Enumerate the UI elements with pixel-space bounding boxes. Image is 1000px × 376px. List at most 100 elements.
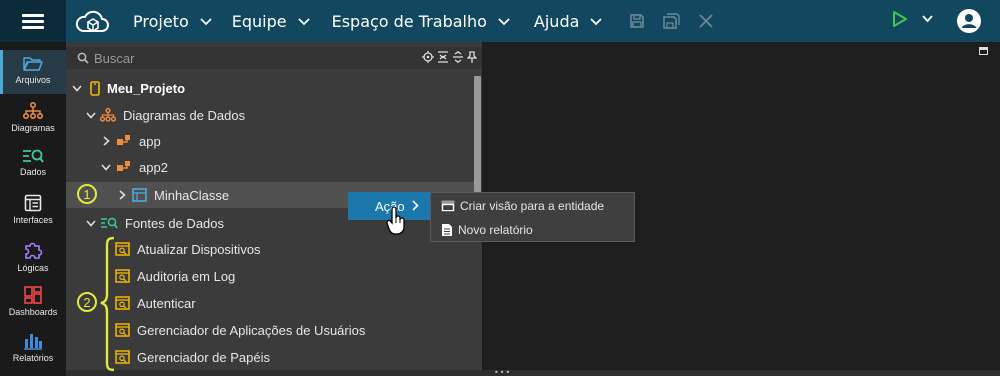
data-icon xyxy=(100,217,118,229)
data-model-icon xyxy=(116,160,132,174)
chevron-down-icon xyxy=(590,18,603,26)
datasource-icon xyxy=(115,242,130,256)
search-bar xyxy=(66,47,482,69)
bottom-resize-bar[interactable] xyxy=(66,370,1000,376)
annotation-badge-2: 2 xyxy=(77,292,97,312)
interfaces-icon xyxy=(24,194,42,212)
tree-item-fontes-de-dados[interactable]: Fontes de Dados xyxy=(66,210,224,236)
chevron-down-icon xyxy=(297,18,310,26)
class-entity-icon xyxy=(132,188,147,202)
expand-all-icon[interactable] xyxy=(452,51,464,63)
annotation-brace xyxy=(100,236,115,372)
user-avatar-icon[interactable] xyxy=(957,9,981,33)
maximize-icon[interactable] xyxy=(979,47,988,55)
tree-item-auditoria-em-log[interactable]: Auditoria em Log xyxy=(66,263,235,289)
save-button[interactable] xyxy=(629,13,645,29)
menu-espaco-label: Espaço de Trabalho xyxy=(331,11,487,31)
datasource-icon xyxy=(115,269,130,283)
left-rail: Arquivos Diagramas Dados Interfaces Lógi… xyxy=(0,42,66,376)
top-bar: Projeto Equipe Espaço de Trabalho Ajuda xyxy=(0,0,1000,42)
diagram-icon xyxy=(100,108,116,122)
datasource-icon xyxy=(115,296,130,310)
resize-grip-icon[interactable]: ••• xyxy=(494,369,511,376)
hamburger-icon xyxy=(22,13,44,29)
puzzle-icon xyxy=(25,242,43,259)
tree-tools xyxy=(422,51,477,63)
document-icon xyxy=(442,224,452,236)
sidebar-item-arquivos[interactable]: Arquivos xyxy=(0,50,66,94)
save-all-button[interactable] xyxy=(663,13,681,29)
chevron-right-icon xyxy=(412,200,419,211)
menu-item-novo-relatorio[interactable]: Novo relatório xyxy=(431,218,634,242)
menu-item-label: Criar visão para a entidade xyxy=(460,199,605,213)
sidebar-item-interfaces[interactable]: Interfaces xyxy=(0,188,66,232)
tree-item-label: Diagramas de Dados xyxy=(123,107,246,123)
run-group xyxy=(892,10,933,28)
sidebar-item-label: Relatórios xyxy=(12,353,54,363)
menu-item-label: Novo relatório xyxy=(458,223,533,237)
sidebar-item-label: Arquivos xyxy=(15,75,51,85)
menu-projeto[interactable]: Projeto xyxy=(133,0,212,42)
annotation-badge-1: 1 xyxy=(77,184,97,204)
close-button[interactable] xyxy=(699,14,714,28)
hand-cursor-icon xyxy=(386,207,405,235)
play-icon[interactable] xyxy=(892,10,908,28)
collapse-all-icon[interactable] xyxy=(437,51,449,63)
tree-item-label: Autenticar xyxy=(137,295,196,311)
tree-item-label: app xyxy=(139,133,161,149)
sidebar-item-label: Interfaces xyxy=(13,215,53,225)
chevron-down-icon[interactable] xyxy=(70,84,84,92)
tree-item-app2[interactable]: app2 xyxy=(66,154,168,180)
datasource-icon xyxy=(115,350,130,364)
chevron-down-icon xyxy=(200,18,212,26)
sidebar-item-logicas[interactable]: Lógicas xyxy=(0,234,66,278)
diagram-icon xyxy=(23,102,43,120)
menu-projeto-label: Projeto xyxy=(133,11,189,31)
cloud-logo-icon xyxy=(74,7,114,35)
menu-equipe[interactable]: Equipe xyxy=(232,0,310,42)
context-submenu: Criar visão para a entidade Novo relatór… xyxy=(430,192,635,242)
save-all-icon xyxy=(663,13,681,29)
dashboard-icon xyxy=(24,286,42,304)
tree-item-app[interactable]: app xyxy=(66,128,161,154)
menu-item-criar-visao[interactable]: Criar visão para a entidade xyxy=(431,194,634,218)
search-icon xyxy=(77,52,89,64)
search-input[interactable] xyxy=(94,50,414,66)
sidebar-item-dashboards[interactable]: Dashboards xyxy=(0,280,66,324)
tree-item-atualizar-dispositivos[interactable]: Atualizar Dispositivos xyxy=(66,236,261,262)
menu-espaco-de-trabalho[interactable]: Espaço de Trabalho xyxy=(332,0,510,42)
pin-icon[interactable] xyxy=(467,51,477,63)
chevron-down-icon[interactable] xyxy=(84,219,98,227)
sidebar-item-diagramas[interactable]: Diagramas xyxy=(0,96,66,140)
chevron-down-icon[interactable] xyxy=(84,111,98,119)
hamburger-menu-button[interactable] xyxy=(0,0,66,42)
tree-item-label: Fontes de Dados xyxy=(125,215,225,231)
chevron-down-icon[interactable] xyxy=(922,15,933,23)
data-icon xyxy=(23,149,44,163)
tree-item-label: Auditoria em Log xyxy=(137,268,236,284)
chevron-right-icon[interactable] xyxy=(115,190,129,200)
chevron-down-icon[interactable] xyxy=(99,163,113,171)
sidebar-item-label: Lógicas xyxy=(17,263,49,273)
tree-item-meu-projeto[interactable]: Meu_Projeto xyxy=(66,75,185,101)
mobile-project-icon xyxy=(90,80,100,96)
window-icon xyxy=(441,200,455,212)
sidebar-item-label: Dashboards xyxy=(8,307,58,317)
sidebar-item-dados[interactable]: Dados xyxy=(0,142,66,186)
menu-ajuda-label: Ajuda xyxy=(533,11,580,31)
save-icon xyxy=(630,14,645,28)
chevron-down-icon xyxy=(498,18,510,26)
app-window: Projeto Equipe Espaço de Trabalho Ajuda xyxy=(0,0,1000,376)
menu-ajuda[interactable]: Ajuda xyxy=(534,0,603,42)
tree-item-label: Gerenciador de Papéis xyxy=(137,349,270,365)
tree-item-label: Gerenciador de Aplicações de Usuários xyxy=(137,322,366,338)
tree-item-label: Meu_Projeto xyxy=(107,80,186,96)
tree-item-gerenciador-de-papeis[interactable]: Gerenciador de Papéis xyxy=(66,344,270,370)
chevron-right-icon[interactable] xyxy=(99,136,113,146)
tree-item-diagramas-de-dados[interactable]: Diagramas de Dados xyxy=(66,102,245,128)
tree-item-label: Atualizar Dispositivos xyxy=(137,241,261,257)
sidebar-item-relatorios[interactable]: Relatórios xyxy=(0,326,66,370)
locate-icon[interactable] xyxy=(422,51,434,63)
menu-equipe-label: Equipe xyxy=(231,11,287,31)
tree-item-label: app2 xyxy=(139,159,168,175)
